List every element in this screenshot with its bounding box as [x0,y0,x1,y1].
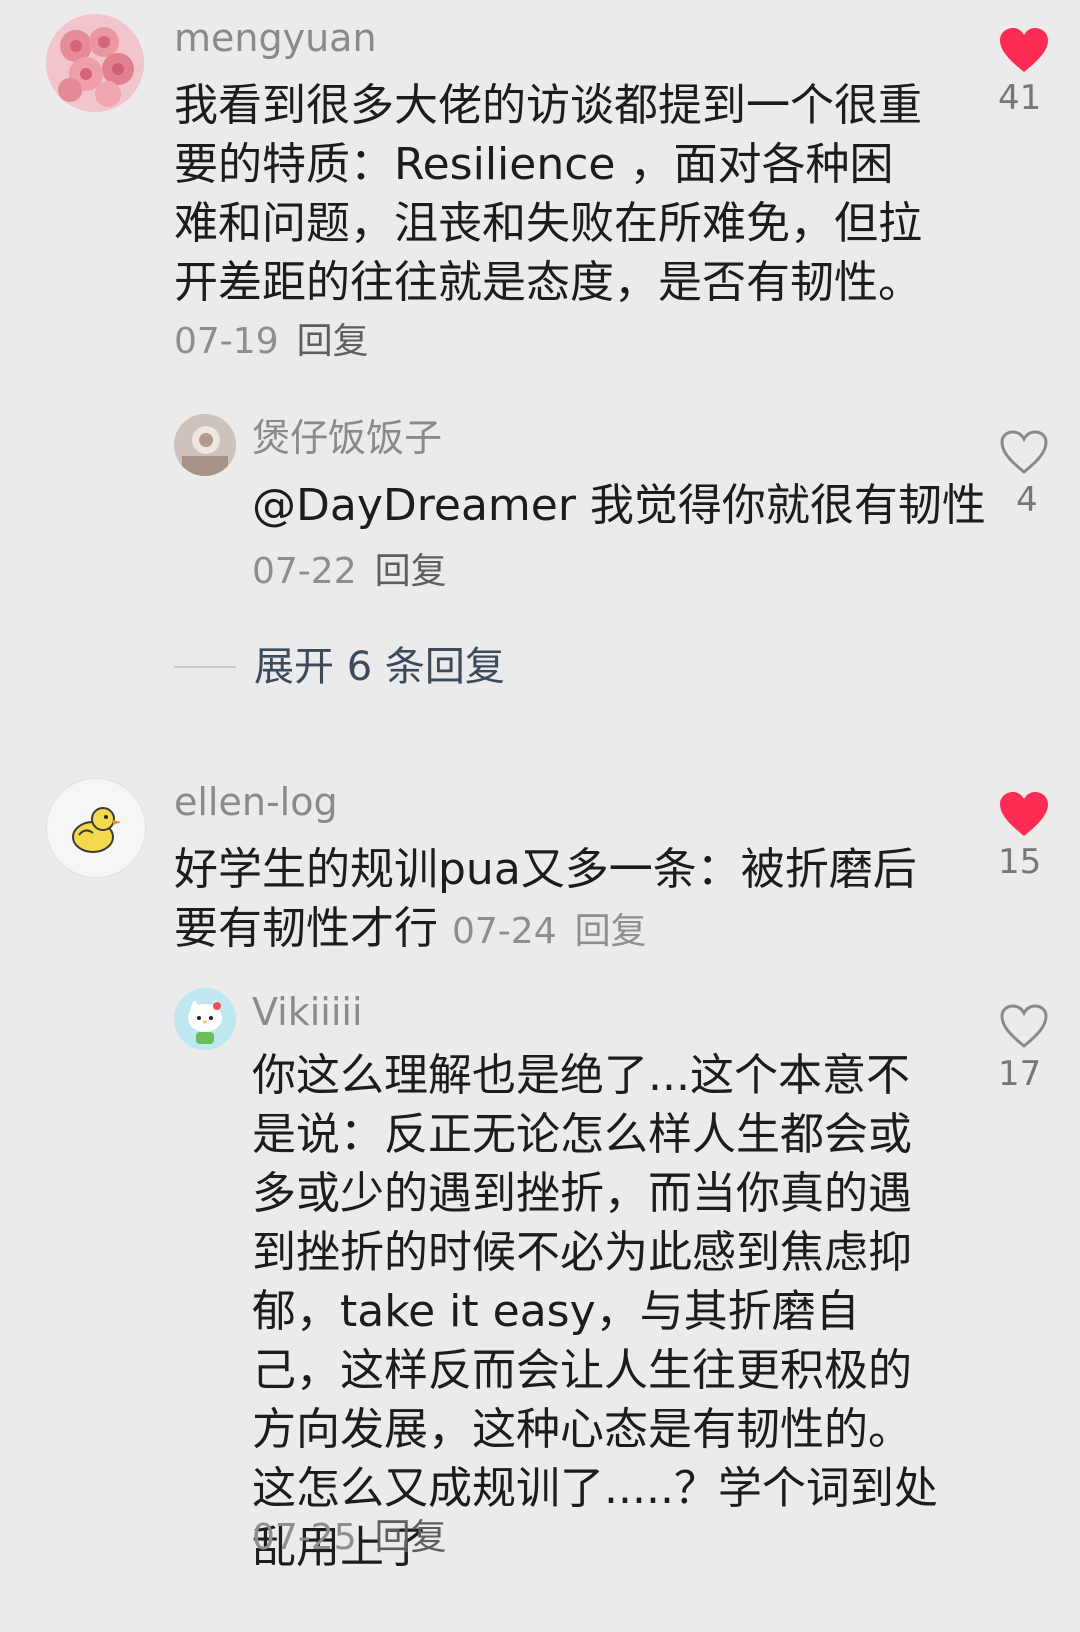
reply-button[interactable]: 回复 [375,1517,447,1558]
heart-outline-icon [1000,430,1048,474]
reply-button[interactable]: 回复 [375,551,447,592]
like-count: 4 [1016,480,1038,520]
expand-replies-button[interactable]: 展开 6 条回复 [174,642,505,692]
expand-replies-label: 展开 6 条回复 [254,644,505,690]
avatar[interactable] [174,414,236,476]
photo-avatar-icon [174,414,236,476]
like-button[interactable]: 4 [998,428,1050,520]
avatar[interactable] [46,14,144,112]
comment-username[interactable]: mengyuan [174,14,377,62]
comment-username[interactable]: ellen-log [174,778,338,826]
reply-date: 07-25 [252,1517,357,1558]
like-count: 41 [998,78,1042,118]
hello-kitty-avatar-icon [174,988,236,1050]
reply-button[interactable]: 回复 [297,321,369,362]
reply-date: 07-22 [252,551,357,592]
heart-filled-icon [1000,792,1048,836]
heart-filled-icon [1000,28,1048,72]
comment-date: 07-19 [174,321,279,362]
like-count: 15 [998,842,1042,882]
comment-date: 07-24 [452,911,557,952]
avatar[interactable] [46,778,146,878]
heart-outline-icon [1000,1004,1048,1048]
like-button[interactable]: 41 [998,26,1050,118]
reply-username[interactable]: Vikiiiii [252,988,363,1036]
reply-meta: 07-25 回复 [252,1516,447,1560]
reply-meta: 07-22 回复 [252,550,447,594]
comment-text: 我看到很多大佬的访谈都提到一个很重要的特质：Resilience ，面对各种困难… [174,80,922,308]
like-count: 17 [998,1054,1042,1094]
reply-text: 你这么理解也是绝了...这个本意不是说：反正无论怎么样人生都会或多或少的遇到挫折… [252,1050,938,1573]
duck-avatar-icon [47,779,145,877]
reply-text: @DayDreamer 我觉得你就很有韧性 [252,480,986,531]
like-button[interactable]: 15 [998,790,1050,882]
divider [174,666,236,668]
reply-username[interactable]: 煲仔饭饭子 [252,414,442,462]
reply-button[interactable]: 回复 [575,911,647,952]
like-button[interactable]: 17 [998,1002,1050,1094]
comment-meta: 07-19 回复 [174,320,369,364]
comment-text: 好学生的规训pua又多一条：被折磨后要有韧性才行 07-24 回复 [174,840,944,961]
pink-roses-avatar-icon [46,14,144,112]
avatar[interactable] [174,988,236,1050]
